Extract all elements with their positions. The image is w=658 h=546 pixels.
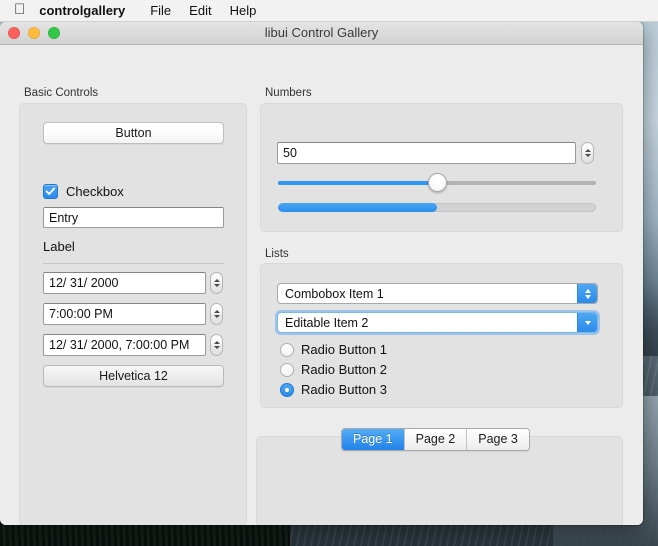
chevron-updown-icon[interactable] — [577, 284, 597, 303]
window-content: Basic Controls Button Checkbox Entry Lab… — [0, 45, 643, 525]
radio-label: Radio Button 2 — [301, 362, 388, 377]
radio-button-3[interactable]: Radio Button 3 — [280, 382, 387, 397]
slider-fill — [278, 181, 437, 185]
stepper-down-icon — [213, 284, 220, 288]
radio-indicator[interactable] — [280, 362, 294, 377]
stepper-down-icon — [213, 346, 220, 350]
basic-controls-group-label: Basic Controls — [24, 87, 99, 99]
font-button[interactable]: Helvetica 12 — [43, 365, 224, 387]
tab-page-2[interactable]: Page 2 — [404, 429, 468, 450]
menu-item-edit[interactable]: Edit — [180, 0, 220, 22]
menu-item-controlgallery[interactable]: controlgallery — [39, 0, 141, 22]
minimize-button[interactable] — [28, 27, 40, 39]
numbers-groupbox — [260, 103, 623, 232]
editable-combobox-value: Editable Item 2 — [285, 315, 369, 330]
static-label: Label — [43, 239, 75, 254]
numbers-group-label: Numbers — [265, 87, 312, 99]
close-button[interactable] — [8, 27, 20, 39]
tab-page-3[interactable]: Page 3 — [467, 429, 529, 450]
stepper-up-icon — [213, 309, 220, 313]
checkbox-row[interactable]: Checkbox — [43, 184, 124, 199]
slider-thumb[interactable] — [427, 173, 447, 192]
date-picker-input[interactable]: 12/ 31/ 2000 — [43, 272, 206, 294]
time-picker-input[interactable]: 7:00:00 PM — [43, 303, 206, 325]
date-picker-stepper[interactable] — [210, 272, 223, 294]
progress-bar — [278, 203, 596, 212]
zoom-button[interactable] — [48, 27, 60, 39]
button[interactable]: Button — [43, 122, 224, 144]
stepper-down-icon — [213, 315, 220, 319]
progress-bar-fill — [278, 203, 437, 212]
checkmark-icon — [45, 187, 56, 195]
radio-button-1[interactable]: Radio Button 1 — [280, 342, 387, 357]
checkbox[interactable] — [43, 184, 58, 199]
editable-combobox[interactable]: Editable Item 2 — [277, 312, 598, 333]
radio-label: Radio Button 1 — [301, 342, 388, 357]
stepper-up-icon — [213, 278, 220, 282]
apple-icon[interactable]:  — [14, 2, 25, 17]
combobox-value: Combobox Item 1 — [285, 286, 384, 301]
chevron-down-icon[interactable] — [577, 313, 597, 332]
radio-indicator[interactable] — [280, 342, 294, 357]
stepper-up-icon — [584, 148, 591, 152]
window-titlebar[interactable]: libui Control Gallery — [0, 22, 643, 45]
menu-item-help[interactable]: Help — [221, 0, 266, 22]
checkbox-label: Checkbox — [66, 184, 124, 199]
spinbox-stepper[interactable] — [581, 142, 594, 164]
application-window: libui Control Gallery Basic Controls But… — [0, 22, 643, 525]
entry-input[interactable]: Entry — [43, 207, 224, 228]
menu-bar:  controlgallery File Edit Help — [0, 0, 658, 22]
tab-strip: Page 1 Page 2 Page 3 — [341, 428, 530, 451]
radio-label: Radio Button 3 — [301, 382, 388, 397]
radio-indicator[interactable] — [280, 382, 294, 397]
combobox[interactable]: Combobox Item 1 — [277, 283, 598, 304]
slider[interactable] — [278, 173, 596, 193]
window-title: libui Control Gallery — [264, 25, 379, 40]
tab-page-1[interactable]: Page 1 — [342, 429, 405, 450]
separator — [43, 263, 224, 264]
lists-group-label: Lists — [265, 248, 289, 260]
datetime-picker-input[interactable]: 12/ 31/ 2000, 7:00:00 PM — [43, 334, 206, 356]
radio-button-2[interactable]: Radio Button 2 — [280, 362, 387, 377]
stepper-up-icon — [213, 340, 220, 344]
window-controls — [0, 27, 60, 39]
datetime-picker-stepper[interactable] — [210, 334, 223, 356]
stepper-down-icon — [584, 154, 591, 158]
menu-item-file[interactable]: File — [141, 0, 180, 22]
spinbox-input[interactable]: 50 — [277, 142, 576, 164]
time-picker-stepper[interactable] — [210, 303, 223, 325]
